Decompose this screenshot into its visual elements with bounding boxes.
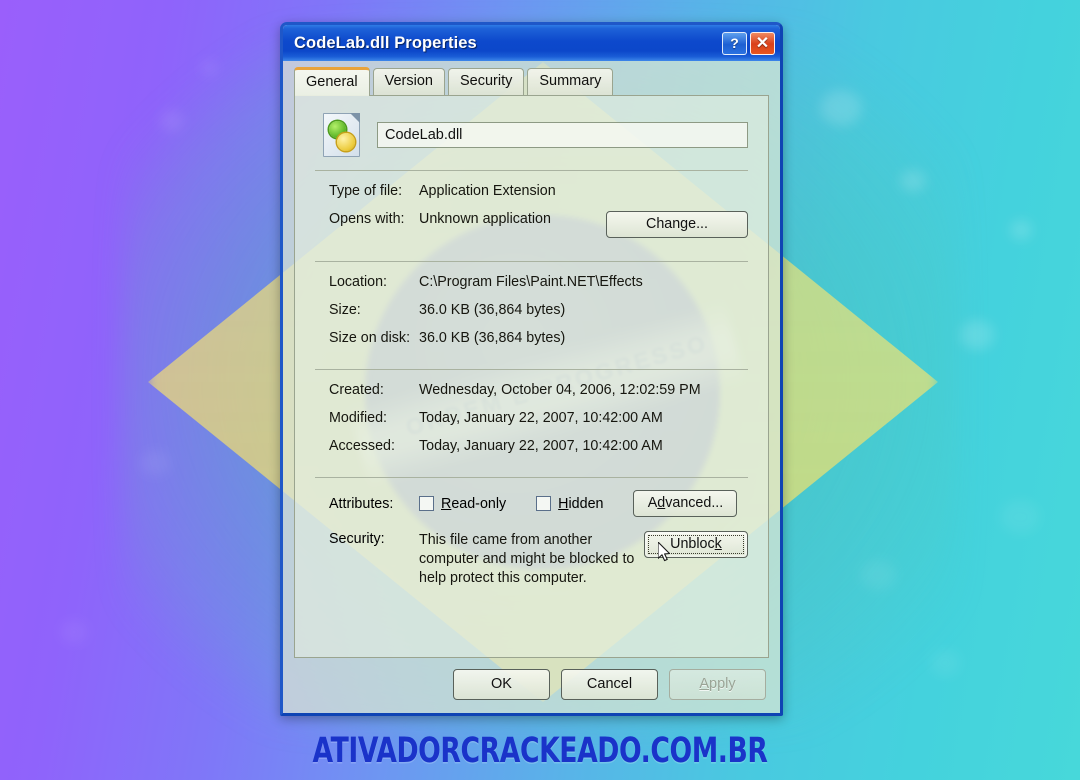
size-on-disk-label: Size on disk: — [329, 330, 411, 346]
tab-security[interactable]: Security — [447, 68, 525, 95]
tab-summary[interactable]: Summary — [527, 68, 614, 95]
type-of-file-label: Type of file: — [329, 183, 403, 199]
focus-outline — [648, 535, 744, 554]
paint-splatter — [930, 650, 960, 676]
paint-splatter — [60, 620, 88, 644]
paint-splatter — [140, 450, 170, 476]
paint-splatter — [1010, 220, 1032, 240]
location-row: Location: C:\Program Files\Paint.NET\Eff… — [315, 274, 748, 290]
readonly-checkbox-box[interactable] — [419, 496, 434, 511]
tab-version[interactable]: Version — [372, 68, 445, 95]
gear-yellow-icon — [337, 133, 355, 151]
size-on-disk-value: 36.0 KB (36,864 bytes) — [419, 330, 566, 346]
hidden-checkbox-label: Hidden — [558, 495, 604, 512]
type-of-file-row: Type of file: Application Extension — [315, 183, 748, 199]
attributes-row: Attributes: Read-only Hidden Advanced... — [315, 490, 748, 517]
security-row: Security: This file came from another co… — [315, 531, 748, 588]
ok-button[interactable]: OK — [453, 669, 550, 700]
change-button[interactable]: Change... — [606, 211, 748, 238]
title-bar[interactable]: CodeLab.dll Properties ? ✕ — [283, 25, 780, 61]
tab-strip: General Version Security Summary — [283, 61, 780, 96]
properties-dialog: CodeLab.dll Properties ? ✕ General Versi… — [280, 22, 783, 716]
file-name-input[interactable] — [377, 122, 748, 148]
file-name-row — [315, 110, 748, 159]
general-tab-panel: Type of file: Application Extension Open… — [294, 95, 769, 658]
paint-splatter — [160, 110, 184, 132]
security-message: This file came from another computer and… — [419, 532, 635, 586]
opens-with-label: Opens with: — [329, 211, 405, 227]
dll-file-icon — [323, 113, 360, 157]
divider — [315, 170, 748, 171]
size-label: Size: — [329, 302, 361, 318]
advanced-button[interactable]: Advanced... — [633, 490, 738, 517]
paint-splatter — [960, 320, 994, 350]
paint-splatter — [200, 60, 218, 76]
divider — [315, 261, 748, 262]
readonly-checkbox[interactable]: Read-only — [419, 496, 506, 512]
modified-row: Modified: Today, January 22, 2007, 10:42… — [315, 410, 748, 426]
tab-general[interactable]: General — [294, 67, 370, 96]
opens-with-row: Opens with: Unknown application Change..… — [315, 211, 748, 238]
change-button-label: Change... — [646, 216, 708, 232]
apply-button: Apply — [669, 669, 766, 700]
paint-splatter — [820, 90, 862, 126]
readonly-checkbox-label: Read-only — [441, 495, 507, 512]
created-row: Created: Wednesday, October 04, 2006, 12… — [315, 382, 748, 398]
accessed-value: Today, January 22, 2007, 10:42:00 AM — [419, 438, 663, 454]
unblock-button[interactable]: Unblock — [644, 531, 748, 558]
close-icon[interactable]: ✕ — [750, 31, 775, 55]
modified-label: Modified: — [329, 410, 388, 426]
created-label: Created: — [329, 382, 384, 398]
opens-with-value: Unknown application — [419, 211, 551, 227]
divider — [315, 369, 748, 370]
paint-splatter — [900, 170, 926, 192]
desktop-background: ORDEM E PROGRESSO CodeLab.dll Properties… — [0, 0, 1080, 780]
divider — [315, 477, 748, 478]
size-row: Size: 36.0 KB (36,864 bytes) — [315, 302, 748, 318]
security-label: Security: — [329, 531, 385, 547]
accessed-label: Accessed: — [329, 438, 395, 454]
size-on-disk-row: Size on disk: 36.0 KB (36,864 bytes) — [315, 330, 748, 346]
location-value: C:\Program Files\Paint.NET\Effects — [419, 274, 643, 290]
type-of-file-value: Application Extension — [419, 183, 556, 199]
unblock-button-wrapper: Unblock — [644, 531, 748, 562]
site-watermark: ATIVADORCRACKEADO.COM.BR — [312, 730, 768, 772]
location-label: Location: — [329, 274, 388, 290]
cancel-button[interactable]: Cancel — [561, 669, 658, 700]
size-value: 36.0 KB (36,864 bytes) — [419, 302, 566, 318]
attributes-label: Attributes: — [329, 495, 394, 512]
dialog-footer: OK Cancel Apply — [283, 658, 780, 713]
window-title: CodeLab.dll Properties — [294, 33, 477, 52]
paint-splatter — [1000, 500, 1040, 534]
help-icon[interactable]: ? — [722, 31, 747, 55]
modified-value: Today, January 22, 2007, 10:42:00 AM — [419, 410, 663, 426]
accessed-row: Accessed: Today, January 22, 2007, 10:42… — [315, 438, 748, 454]
paint-splatter — [860, 560, 896, 590]
hidden-checkbox[interactable]: Hidden — [536, 496, 603, 512]
created-value: Wednesday, October 04, 2006, 12:02:59 PM — [419, 382, 701, 398]
hidden-checkbox-box[interactable] — [536, 496, 552, 511]
